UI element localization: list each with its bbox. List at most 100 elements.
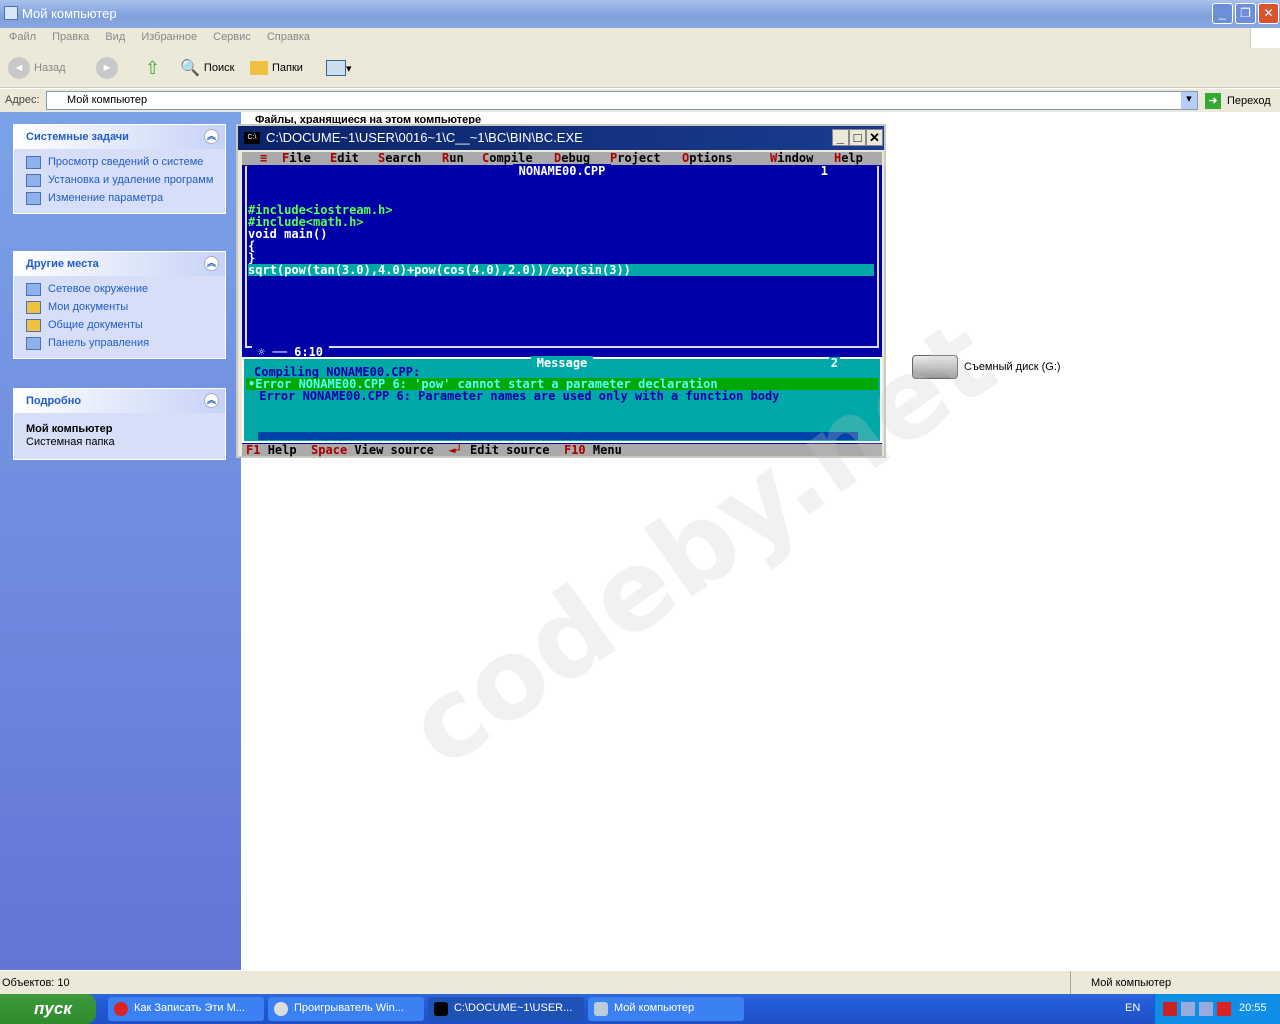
code-line[interactable]: void main() xyxy=(248,228,327,240)
other-places-panel: Другие места ︽ Сетевое окружение Мои доку… xyxy=(13,251,226,359)
task-view-system-info[interactable]: Просмотр сведений о системе xyxy=(14,153,225,171)
start-button[interactable]: пуск xyxy=(0,994,96,1024)
drive-icon xyxy=(912,355,958,379)
menu-bar: Файл Правка Вид Избранное Сервис Справка xyxy=(0,28,1280,48)
system-info-icon xyxy=(26,156,41,169)
task-borland[interactable]: C:\DOCUME~1\USER... xyxy=(428,997,584,1021)
ide-menu-compile[interactable]: Compile xyxy=(482,152,533,164)
ide-menu-edit[interactable]: Edit xyxy=(330,152,359,164)
menu-file[interactable]: Файл xyxy=(9,31,36,43)
go-button[interactable]: ➜ Переход xyxy=(1205,93,1271,109)
collapse-icon[interactable]: ︽ xyxy=(204,256,219,271)
ide-menu-search[interactable]: Search xyxy=(378,152,421,164)
menu-help[interactable]: Справка xyxy=(267,31,310,43)
console-icon: C:\ xyxy=(244,132,260,144)
menu-view[interactable]: Вид xyxy=(105,31,125,43)
task-my-computer[interactable]: Мой компьютер xyxy=(588,997,744,1021)
programs-icon xyxy=(26,174,41,187)
taskbar: пуск Как Записать Эти М... Проигрыватель… xyxy=(0,994,1280,1024)
dos-maximize-button[interactable]: □ xyxy=(849,129,866,146)
status-bar: Объектов: 10 Мой компьютер xyxy=(0,970,1280,995)
collapse-icon[interactable]: ︽ xyxy=(204,129,219,144)
place-control-panel[interactable]: Панель управления xyxy=(14,334,225,352)
close-button[interactable]: ✕ xyxy=(1258,3,1279,24)
object-count: Объектов: 10 xyxy=(2,977,70,989)
search-button[interactable]: 🔍 Поиск xyxy=(180,56,234,80)
borland-c-window: C:\ C:\DOCUME~1\USER\0016~1\C__~1\BC\BIN… xyxy=(236,124,886,458)
ide-menu-project[interactable]: Project xyxy=(610,152,661,164)
system-tasks-panel: Системные задачи ︽ Просмотр сведений о си… xyxy=(13,124,226,214)
task-opera[interactable]: Как Записать Эти М... xyxy=(108,997,264,1021)
address-input[interactable]: Мой компьютер xyxy=(46,91,1198,110)
toolbar: ◄ Назад ► ⇧ 🔍 Поиск Папки ▾ xyxy=(0,48,1280,88)
up-folder-button[interactable]: ⇧ xyxy=(145,56,160,80)
ide-status-line: F1 Help Space View source ◄┘ Edit source… xyxy=(242,444,882,456)
menu-tools[interactable]: Сервис xyxy=(213,31,251,43)
tray-icon[interactable] xyxy=(1163,1002,1177,1016)
language-indicator[interactable]: EN xyxy=(1125,1002,1140,1014)
drive-label: Съемный диск (G:) xyxy=(964,361,1061,373)
search-icon: 🔍 xyxy=(180,60,200,77)
collapse-icon[interactable]: ︽ xyxy=(204,393,219,408)
task-media-player[interactable]: Проигрыватель Win... xyxy=(268,997,424,1021)
antivirus-icon[interactable] xyxy=(1217,1002,1231,1016)
message-window: Message 2 Compiling NONAME00.CPP: •Error … xyxy=(242,356,882,443)
details-header[interactable]: Подробно ︽ xyxy=(14,389,225,413)
status-location: Мой компьютер xyxy=(1070,971,1280,995)
ide-menu-options[interactable]: Options xyxy=(682,152,733,164)
system-tray: 20:55 xyxy=(1154,994,1280,1024)
task-pane: Системные задачи ︽ Просмотр сведений о си… xyxy=(0,112,241,970)
other-places-header[interactable]: Другие места ︽ xyxy=(14,252,225,276)
folders-button[interactable]: Папки xyxy=(250,56,303,80)
dos-close-button[interactable]: ✕ xyxy=(866,129,883,146)
forward-button[interactable]: ► xyxy=(96,56,122,80)
computer-icon xyxy=(594,1002,608,1016)
removable-drive-g[interactable]: Съемный диск (G:) xyxy=(912,355,1061,379)
editor-window[interactable] xyxy=(245,166,879,348)
network-icon[interactable] xyxy=(1181,1002,1195,1016)
message-line[interactable]: Error NONAME00.CPP 6: Parameter names ar… xyxy=(252,390,779,402)
menu-favorites[interactable]: Избранное xyxy=(141,31,197,43)
ide-menu-help[interactable]: Help xyxy=(834,152,863,164)
network-icon[interactable] xyxy=(1199,1002,1213,1016)
windows-logo-icon xyxy=(1250,28,1280,48)
ide-menu-system[interactable]: ≡ xyxy=(260,152,267,164)
views-button[interactable]: ▾ xyxy=(326,56,352,80)
details-type: Системная папка xyxy=(26,436,115,448)
dos-titlebar: C:\ C:\DOCUME~1\USER\0016~1\C__~1\BC\BIN… xyxy=(238,126,884,150)
menu-edit[interactable]: Правка xyxy=(52,31,89,43)
dos-title: C:\DOCUME~1\USER\0016~1\C__~1\BC\BIN\BC.… xyxy=(266,130,583,145)
go-arrow-icon: ➜ xyxy=(1205,93,1221,109)
ide-menu-window[interactable]: Window xyxy=(770,152,813,164)
network-icon xyxy=(26,283,41,296)
settings-icon xyxy=(26,192,41,205)
folder-icon xyxy=(250,61,268,75)
details-panel: Подробно ︽ Мой компьютер Системная папка xyxy=(13,388,226,460)
back-button[interactable]: ◄ Назад xyxy=(8,56,66,80)
ide-menu-run[interactable]: Run xyxy=(442,152,464,164)
ide-menu-debug[interactable]: Debug xyxy=(554,152,590,164)
place-shared-documents[interactable]: Общие документы xyxy=(14,316,225,334)
address-value: Мой компьютер xyxy=(67,94,148,106)
place-network[interactable]: Сетевое окружение xyxy=(14,280,225,298)
minimize-button[interactable]: _ xyxy=(1212,3,1233,24)
system-tasks-header[interactable]: Системные задачи ︽ xyxy=(14,125,225,149)
task-add-remove-programs[interactable]: Установка и удаление программ xyxy=(14,171,225,189)
folder-icon xyxy=(26,319,41,332)
task-change-setting[interactable]: Изменение параметра xyxy=(14,189,225,207)
console-icon xyxy=(434,1002,448,1016)
clock[interactable]: 20:55 xyxy=(1239,1002,1267,1014)
folders-label: Папки xyxy=(272,62,303,74)
back-label: Назад xyxy=(34,62,66,74)
maximize-button[interactable]: ❐ xyxy=(1235,3,1256,24)
code-line-current[interactable]: sqrt(pow(tan(3.0),4.0)+pow(cos(4.0),2.0)… xyxy=(248,264,874,276)
opera-icon xyxy=(114,1002,128,1016)
folder-icon xyxy=(26,301,41,314)
ide-menu-file[interactable]: File xyxy=(282,152,311,164)
terminal: ≡ File Edit Search Run Compile Debug Pro… xyxy=(242,152,882,456)
place-my-documents[interactable]: Мои документы xyxy=(14,298,225,316)
message-scrollbar[interactable] xyxy=(258,432,858,440)
computer-icon xyxy=(4,6,18,20)
dos-minimize-button[interactable]: _ xyxy=(832,129,849,146)
address-dropdown[interactable]: ▾ xyxy=(1181,92,1197,109)
